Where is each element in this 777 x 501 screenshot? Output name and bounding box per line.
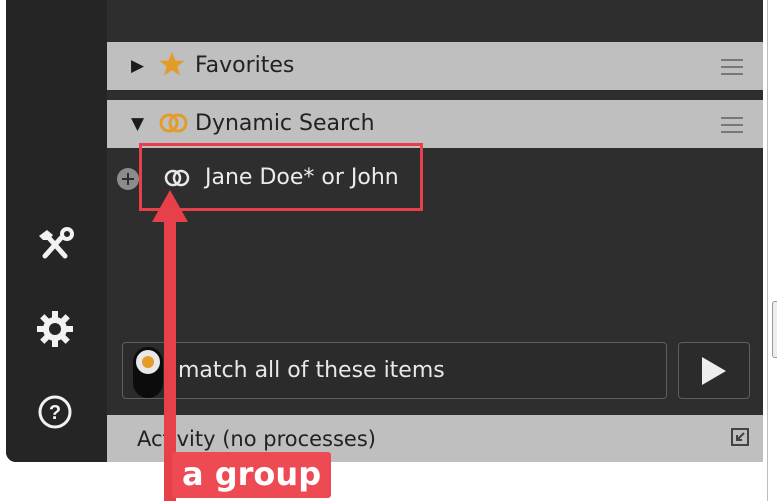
app-window: ? ▶ Favorites ▼ Dynamic Search Jane Doe*… bbox=[6, 0, 763, 462]
match-mode-field[interactable]: match all of these items bbox=[122, 342, 667, 399]
collapse-corner-icon[interactable] bbox=[731, 428, 749, 446]
favorites-label: Favorites bbox=[195, 53, 295, 78]
adjacent-panel-edge bbox=[763, 0, 777, 501]
favorites-header[interactable]: ▶ Favorites bbox=[107, 42, 763, 90]
run-search-button[interactable] bbox=[678, 342, 750, 399]
play-icon bbox=[702, 357, 726, 385]
hamburger-menu-icon[interactable] bbox=[721, 112, 743, 136]
triangle-down-icon[interactable]: ▼ bbox=[131, 114, 144, 134]
dynamic-search-label: Dynamic Search bbox=[195, 111, 375, 136]
annotation-label: a group bbox=[172, 452, 332, 498]
tools-icon[interactable] bbox=[31, 220, 79, 268]
svg-text:?: ? bbox=[49, 402, 61, 424]
help-icon[interactable]: ? bbox=[31, 388, 79, 436]
gear-icon[interactable] bbox=[31, 305, 79, 353]
divider bbox=[767, 0, 768, 501]
list-item-label: Jane Doe* or John bbox=[205, 165, 399, 190]
star-icon bbox=[159, 51, 185, 77]
triangle-right-icon[interactable]: ▶ bbox=[131, 56, 144, 76]
match-mode-text: match all of these items bbox=[178, 358, 445, 383]
interlocked-rings-icon bbox=[164, 167, 192, 189]
side-tab[interactable] bbox=[772, 301, 777, 358]
interlocked-rings-icon bbox=[159, 111, 189, 135]
hamburger-menu-icon[interactable] bbox=[721, 54, 743, 78]
plus-circle-icon[interactable] bbox=[117, 168, 139, 190]
left-rail: ? bbox=[6, 0, 107, 462]
annotation-text: a group bbox=[182, 455, 322, 493]
dynamic-search-header[interactable]: ▼ Dynamic Search bbox=[107, 100, 763, 148]
